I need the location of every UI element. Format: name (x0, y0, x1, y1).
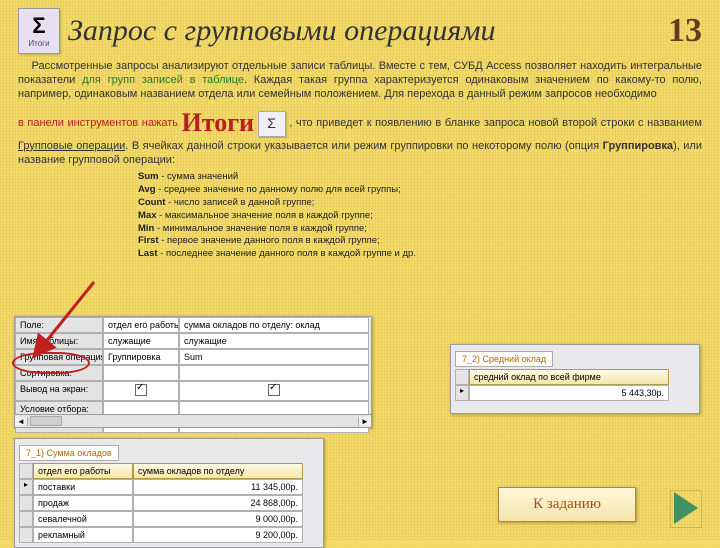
slide-number: 13 (668, 12, 702, 50)
next-slide-arrow-icon[interactable] (674, 492, 698, 524)
sigma-icon-label: Итоги (28, 39, 49, 48)
avg-result-tab: 7_2) Средний оклад (455, 351, 553, 367)
sigma-icon-box: Σ Итоги (18, 8, 60, 54)
totals-toolbar-icon: Σ (258, 111, 286, 137)
slide-title: Запрос с групповыми операциями (68, 14, 660, 48)
show-checkbox-col2 (268, 384, 280, 396)
task-button[interactable]: К заданию (498, 487, 636, 522)
aggregate-functions-list: Sum - сумма значений Avg - среднее значе… (138, 171, 702, 261)
avg-result-screenshot: 7_2) Средний оклад средний оклад по всей… (450, 344, 700, 414)
scroll-left-icon: ◄ (15, 417, 28, 426)
scroll-right-icon: ► (358, 417, 371, 426)
paragraph-1: Рассмотренные запросы анализируют отдель… (18, 60, 702, 101)
query-design-screenshot: Поле: отдел его работы сумма окладов по … (14, 316, 372, 428)
sum-result-tab: 7_1) Сумма окладов (19, 445, 119, 461)
paragraph-2: в панели инструментов нажать Итоги Σ , ч… (18, 107, 702, 167)
sigma-icon: Σ (32, 15, 45, 37)
sum-result-screenshot: 7_1) Сумма окладов отдел его работы сумм… (14, 438, 324, 548)
design-scrollbar: ◄ ► (14, 414, 372, 428)
show-checkbox-col1 (135, 384, 147, 396)
